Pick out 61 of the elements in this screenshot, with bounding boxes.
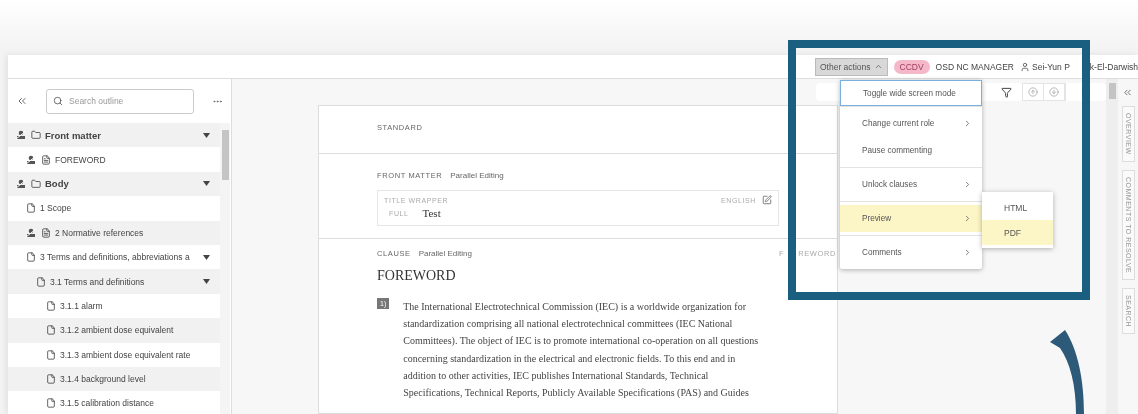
role-name: OSD NC MANAGER [935,61,1014,72]
menu-item[interactable]: HTML [982,195,1053,220]
collapse-icon[interactable] [16,95,28,107]
outline-item[interactable]: 3.1.2 ambient dose equivalent [8,318,220,343]
outline-item[interactable]: 2 Normative references [8,220,220,245]
page-icon [46,374,56,385]
outline-item[interactable]: 3.1 Terms and definitions [8,269,220,294]
outline-item[interactable]: Body [8,171,220,197]
menu-item[interactable]: Unlock clauses [840,171,982,198]
stamp-icon [16,178,27,189]
role-badge: CCDV [893,59,930,74]
clause-title: FOREWORD [377,268,456,283]
document-icon [41,227,51,238]
menu-item[interactable]: Toggle wide screen mode [840,80,982,106]
expand-icon[interactable] [1122,87,1133,98]
paragraph-text: The International Electrotechnical Commission (IEC) is a worldwide organization for standardization comprising all national electrotechnical committees (IEC National Committees). The object of IEC is to promote international co-operation on all questions concerning standardization in the electrical and electronic fields. To this end and in addition to other activities, IEC publishes International Standards, Technical Specifications, Technical Reports, Publicly Available Specifications (PAS) and Guides [403,300,760,400]
user-name[interactable]: Sei-Yun P [1032,61,1070,72]
outline-item[interactable]: 3.1.4 background level [8,366,220,392]
outline-item[interactable]: 3.1.5 calibration distance [8,391,220,414]
page-icon [26,203,36,214]
folder-icon [31,130,41,141]
chevron-icon [963,248,972,257]
chevron-up-icon [873,62,883,71]
filter-icon[interactable] [1001,86,1012,98]
stamp-icon [26,154,37,165]
page-icon [46,398,56,409]
menu-item[interactable]: Comments [840,239,982,266]
search-icon [53,95,63,106]
page-icon [26,252,36,263]
outline-item[interactable]: Front matter [8,123,220,148]
scrollbar[interactable] [1106,79,1118,414]
user-name[interactable]: k-El-Darwish [1089,61,1138,72]
user-icon [1020,61,1030,72]
arrow-down-icon [1049,87,1059,97]
chevron-icon [963,214,972,223]
caret-icon[interactable] [203,132,210,138]
page-icon [46,349,56,360]
stamp-icon [26,227,37,238]
editing-mode: Parallel Editing [450,171,504,180]
page-icon [46,300,56,311]
menu-item[interactable]: Pause commenting [840,137,982,164]
menu-item[interactable]: Change current role [840,110,982,137]
editing-mode: Parallel Editing [418,249,472,258]
caret-icon[interactable] [203,181,210,187]
stamp-icon [16,130,27,141]
search-field[interactable]: Search outline [46,88,194,114]
scrollbar[interactable] [220,123,230,414]
title-value: Test [422,207,441,219]
folder-icon [31,178,41,189]
page-icon [36,276,46,287]
menu-item[interactable]: PDF [982,220,1053,245]
arrow-up-icon [1028,87,1038,97]
menu-item[interactable]: Preview [840,205,982,232]
other-actions-button[interactable]: Other actions [814,57,888,76]
caret-icon[interactable] [203,279,210,285]
caret-icon[interactable] [203,254,210,260]
edit-icon[interactable] [762,195,772,205]
chevron-icon [963,119,972,128]
document-icon [41,154,51,165]
page-icon [46,325,56,336]
chevron-icon [963,180,972,189]
